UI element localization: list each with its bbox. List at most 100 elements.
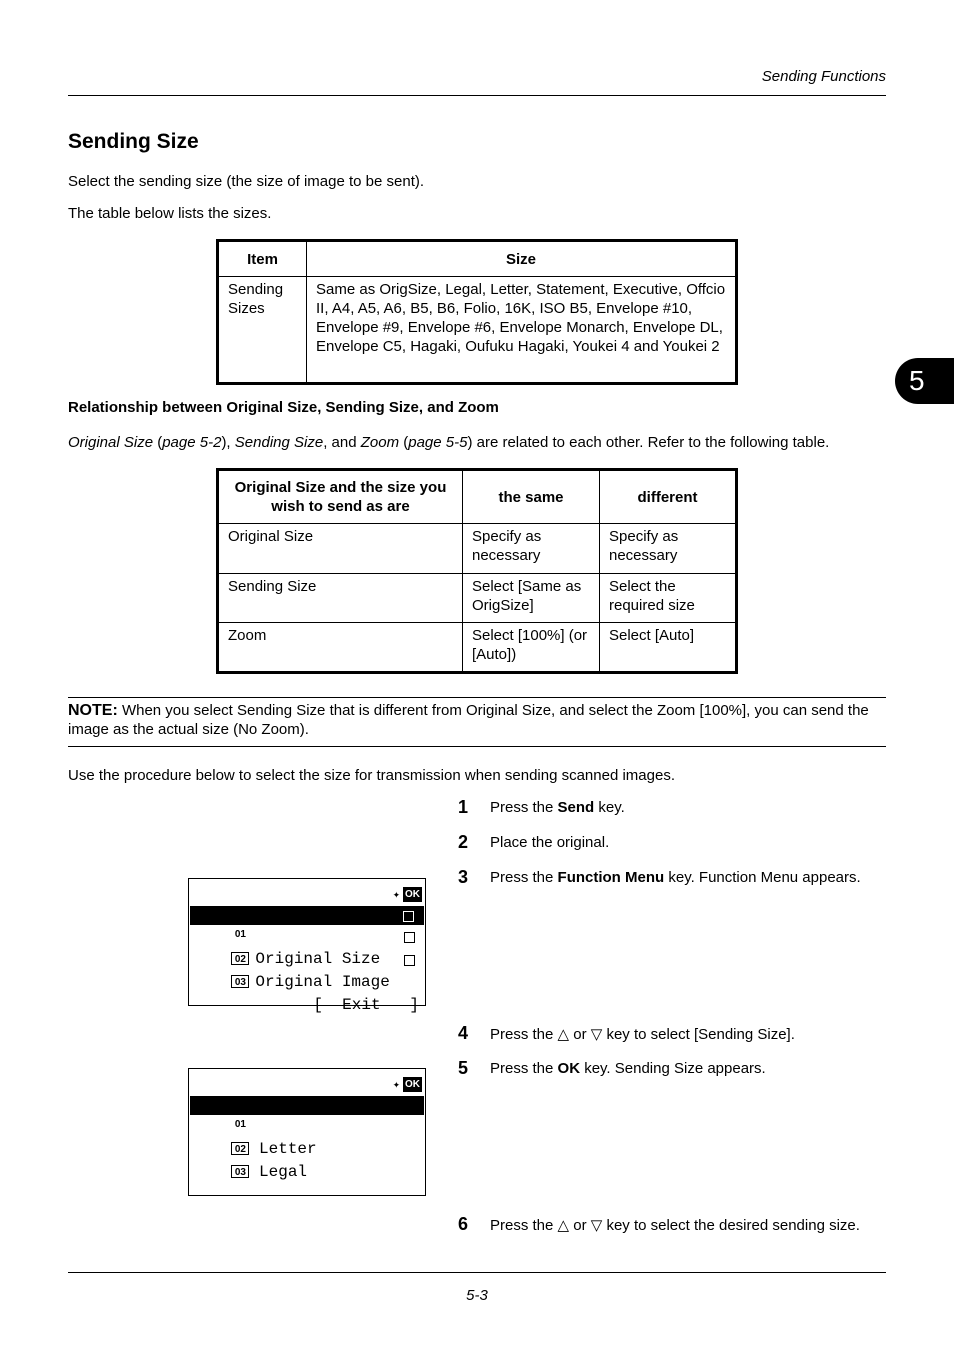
lcd-nav-icons: ✦ OK bbox=[393, 887, 422, 902]
sizes-table: Item Size Sending Sizes Same as OrigSize… bbox=[216, 239, 738, 385]
step-3: 3 Press the Function Menu key. Function … bbox=[458, 867, 861, 888]
lcd-menu-item[interactable]: 01 Color Selection bbox=[190, 906, 424, 943]
lcd-nav-icons: ✦ OK bbox=[393, 1077, 422, 1092]
text: key. Sending Size appears. bbox=[580, 1060, 766, 1077]
cell: Original Size bbox=[217, 523, 463, 574]
header-rule bbox=[68, 95, 886, 96]
ok-icon: OK bbox=[403, 1077, 422, 1092]
table-row: Zoom Select [100%] (or [Auto]) Select [A… bbox=[217, 622, 737, 673]
text: ( bbox=[399, 434, 409, 451]
lcd-sending-size: Sending Size: ✦ OK 01*Same as OrigSize 0… bbox=[188, 1068, 426, 1196]
note-text: When you select Sending Size that is dif… bbox=[68, 702, 869, 738]
text: , and bbox=[323, 434, 361, 451]
four-way-arrows-icon: ✦ bbox=[392, 1077, 400, 1092]
ok-icon: OK bbox=[403, 887, 422, 902]
checkbox-icon bbox=[404, 932, 415, 943]
link-original-size[interactable]: Original Size bbox=[68, 434, 153, 451]
note-top-rule bbox=[68, 697, 886, 698]
running-header: Sending Functions bbox=[761, 68, 886, 85]
text: ) are related to each other. Refer to th… bbox=[467, 434, 830, 451]
note-label: NOTE: bbox=[68, 702, 118, 719]
link-zoom[interactable]: Zoom bbox=[361, 434, 399, 451]
note-bottom-rule bbox=[68, 746, 886, 747]
header-item: Item bbox=[217, 240, 307, 277]
text: Press the bbox=[490, 869, 558, 886]
step-number: 2 bbox=[458, 832, 469, 852]
text: ), bbox=[221, 434, 235, 451]
relationship-subheading: Relationship between Original Size, Send… bbox=[68, 399, 499, 416]
key-name: Function Menu bbox=[557, 869, 665, 886]
table-row: Sending Sizes Same as OrigSize, Legal, L… bbox=[217, 276, 737, 384]
table-header-row: Item Size bbox=[217, 240, 737, 277]
step-text: Press the △ or ▽ key to select the desir… bbox=[490, 1217, 860, 1234]
footer-rule bbox=[68, 1272, 886, 1273]
page-ref[interactable]: page 5-2 bbox=[162, 434, 221, 451]
lcd-menu-item[interactable]: 02 Letter bbox=[189, 1115, 425, 1158]
section-title: Sending Size bbox=[68, 130, 199, 153]
step-number: 4 bbox=[458, 1023, 469, 1043]
step-4: 4 Press the △ or ▽ key to select [Sendin… bbox=[458, 1023, 795, 1044]
cell: Zoom bbox=[217, 622, 463, 673]
key-name: Send bbox=[557, 799, 595, 816]
checkbox-icon bbox=[404, 955, 415, 966]
procedure-intro: Use the procedure below to select the si… bbox=[68, 767, 675, 784]
lcd-function-menu: Function Menu: ✦ OK 01Color Selection 02… bbox=[188, 878, 426, 1014]
header-condition: Original Size and the size you wish to s… bbox=[217, 469, 463, 524]
page-number: 5-3 bbox=[466, 1287, 488, 1304]
header-same: the same bbox=[462, 469, 600, 524]
note: NOTE: When you select Sending Size that … bbox=[68, 701, 886, 739]
step-text: Place the original. bbox=[490, 834, 610, 851]
cell: Specify as necessary bbox=[599, 523, 737, 574]
text: Press the bbox=[490, 799, 558, 816]
relationship-para: Original Size (page 5-2), Sending Size, … bbox=[68, 434, 829, 451]
lcd-menu-item[interactable]: 01 *Same as OrigSize bbox=[190, 1096, 424, 1133]
key-name: OK bbox=[557, 1060, 581, 1077]
step-text: Press the OK key. Sending Size appears. bbox=[490, 1058, 766, 1079]
lcd-title-row: Sending Size: ✦ OK bbox=[189, 1074, 425, 1116]
step-2: 2 Place the original. bbox=[458, 832, 609, 853]
header-different: different bbox=[599, 469, 737, 524]
relationship-table: Original Size and the size you wish to s… bbox=[216, 468, 738, 674]
text: ( bbox=[153, 434, 163, 451]
cell: Sending Size bbox=[217, 573, 463, 623]
lcd-menu-item[interactable]: 03 Original Image bbox=[189, 948, 425, 991]
cell: Select [100%] (or [Auto]) bbox=[462, 622, 600, 673]
cell-item: Sending Sizes bbox=[217, 276, 307, 384]
step-number: 3 bbox=[458, 867, 469, 887]
item-label: Legal bbox=[249, 1163, 308, 1181]
table-row: Original Size Specify as necessary Speci… bbox=[217, 523, 737, 574]
lcd-exit-row: [ Exit ] bbox=[189, 971, 425, 1014]
step-text: Press the Send key. bbox=[490, 797, 625, 818]
lcd-menu-item[interactable]: 03 Legal bbox=[189, 1138, 425, 1181]
exit-softkey[interactable]: [ Exit ] bbox=[313, 996, 419, 1014]
lcd-title-row: Function Menu: ✦ OK bbox=[189, 884, 425, 926]
page-ref[interactable]: page 5-5 bbox=[408, 434, 467, 451]
term-sending-size: Sending Size bbox=[234, 434, 324, 451]
text: Press the bbox=[490, 1060, 558, 1077]
lcd-menu-item[interactable]: 02 Original Size bbox=[189, 925, 425, 968]
step-6: 6 Press the △ or ▽ key to select the des… bbox=[458, 1214, 860, 1235]
item-number-badge: 03 bbox=[231, 1165, 250, 1179]
table-row: Sending Size Select [Same as OrigSize] S… bbox=[217, 573, 737, 623]
checkbox-icon bbox=[403, 911, 414, 922]
cell-size: Same as OrigSize, Legal, Letter, Stateme… bbox=[306, 276, 737, 384]
step-text: Press the Function Menu key. Function Me… bbox=[490, 867, 861, 888]
header-size: Size bbox=[306, 240, 737, 277]
text: key. Function Menu appears. bbox=[664, 869, 861, 886]
cell: Specify as necessary bbox=[462, 523, 600, 574]
text: key. bbox=[594, 799, 625, 816]
chapter-tab: 5 bbox=[895, 358, 954, 404]
step-number: 6 bbox=[458, 1214, 469, 1234]
cell: Select the required size bbox=[599, 573, 737, 623]
cell: Select [Same as OrigSize] bbox=[462, 573, 600, 623]
step-text: Press the △ or ▽ key to select [Sending … bbox=[490, 1026, 795, 1043]
four-way-arrows-icon: ✦ bbox=[392, 887, 400, 902]
table-intro: The table below lists the sizes. bbox=[68, 205, 272, 222]
step-5: 5 Press the OK key. Sending Size appears… bbox=[458, 1058, 766, 1079]
table-header-row: Original Size and the size you wish to s… bbox=[217, 469, 737, 524]
step-number: 1 bbox=[458, 797, 469, 817]
section-intro: Select the sending size (the size of ima… bbox=[68, 173, 425, 190]
step-number: 5 bbox=[458, 1058, 469, 1078]
step-1: 1 Press the Send key. bbox=[458, 797, 625, 818]
cell: Select [Auto] bbox=[599, 622, 737, 673]
